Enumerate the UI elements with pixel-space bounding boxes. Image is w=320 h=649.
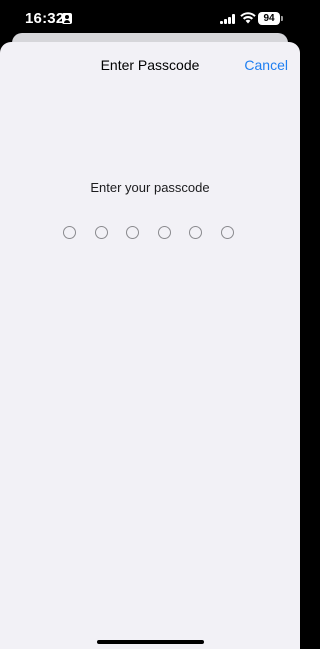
passcode-dots[interactable] [63, 226, 240, 242]
passcode-dot [63, 226, 76, 239]
cancel-button[interactable]: Cancel [244, 57, 288, 73]
passcode-prompt: Enter your passcode [90, 180, 210, 195]
passcode-dot [221, 226, 234, 239]
status-time: 16:32 [25, 10, 65, 27]
wifi-icon [240, 12, 256, 24]
home-indicator[interactable] [97, 640, 204, 644]
device-screen: 16:32 94 Enter Passcode Cancel Enter you… [0, 0, 300, 649]
cellular-signal-icon [220, 14, 237, 24]
battery-icon: 94 [258, 12, 280, 25]
passcode-dot [189, 226, 202, 239]
battery-tip [281, 16, 283, 21]
passcode-dot [95, 226, 108, 239]
passcode-dot [126, 226, 139, 239]
person-badge-icon [62, 13, 72, 24]
passcode-dot [158, 226, 171, 239]
passcode-sheet: Enter Passcode Cancel Enter your passcod… [0, 42, 300, 649]
